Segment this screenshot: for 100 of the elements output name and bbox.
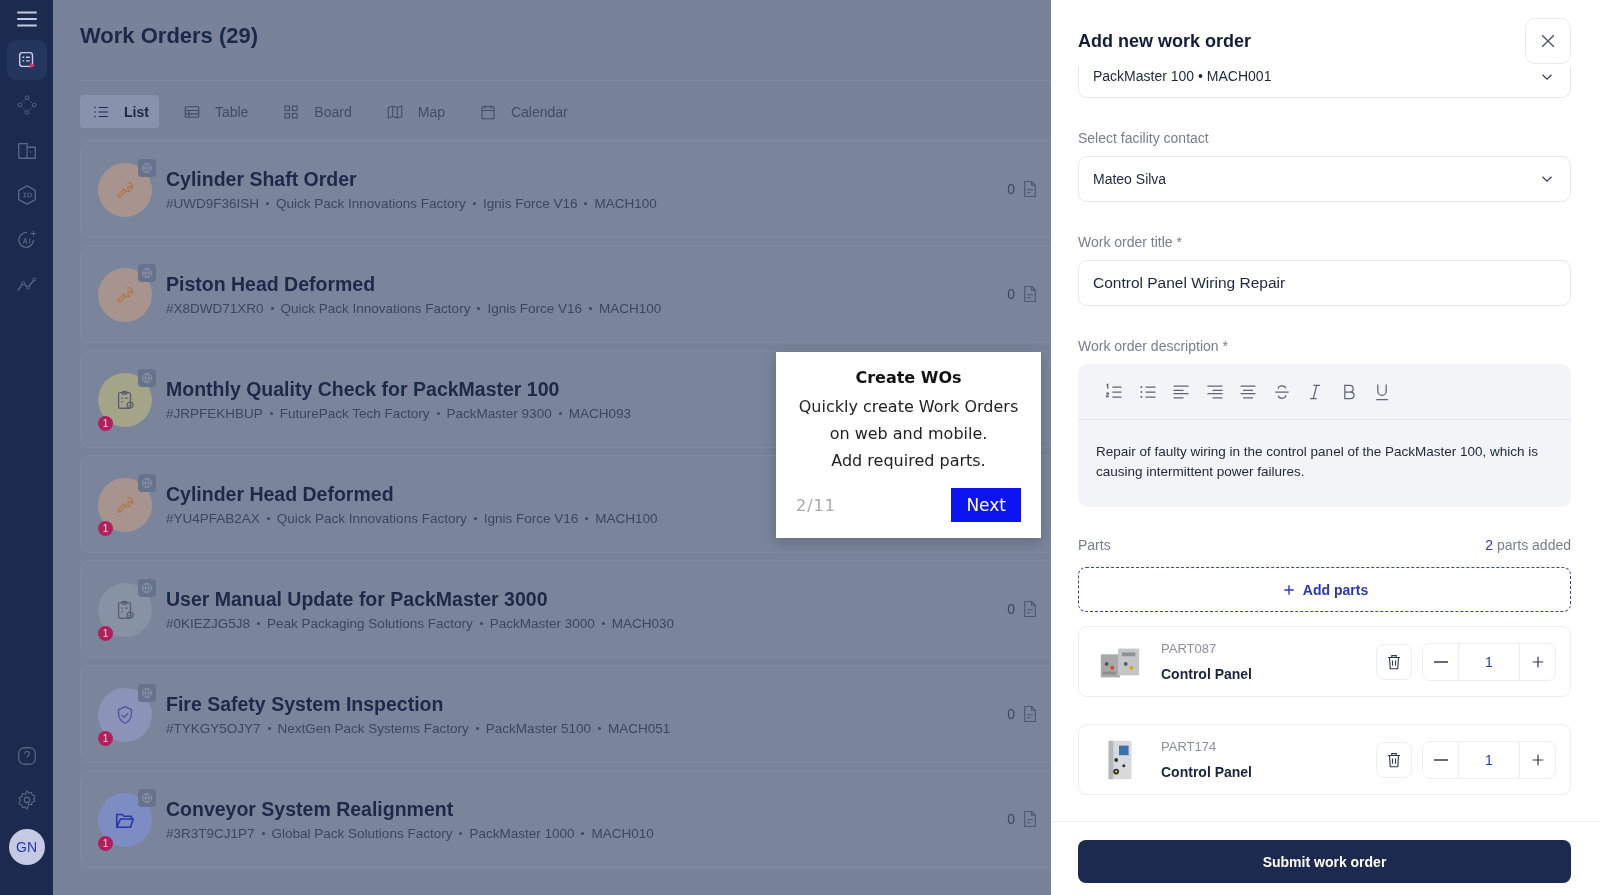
machine-code: MACH100 [594,195,657,211]
part-code: PART087 [1161,641,1218,656]
count-badge: 1 [98,731,113,746]
order-id: #3R3T9CJ1P7 [166,825,255,841]
description-text: Repair of faulty wiring in the control panel of the PackMaster 100, which is causing intermittent power failures. [1095,443,1539,481]
field-label: Select facility contact [1078,130,1210,146]
order-id: #UWD9F36ISH [166,195,260,211]
machine-name: Ignis Force V16 [482,195,578,211]
work-order-title: Conveyor System Realignment [166,797,454,821]
wrench-icon [114,494,136,516]
ai-sparkle-icon [15,229,38,251]
page-title: Work Orders (29) [80,0,1051,81]
order-id: #X8DWD71XR0 [166,300,264,316]
avatar[interactable]: GN [8,829,45,865]
select-field[interactable]: PackMaster 100 • MACH001 [1078,66,1571,98]
view-tab[interactable]: List [80,95,159,128]
tour-title: Create WOs [854,368,963,387]
facility-name: Quick Pack Innovations Factory [276,195,466,211]
part-name: Control Panel [1161,666,1253,682]
input-field[interactable]: Control Panel Wiring Repair [1078,260,1571,306]
machine-name: Ignis Force V16 [487,300,582,316]
document-icon [1021,809,1039,829]
order-id: #YU4PFAB2AX [166,510,260,526]
count-badge: 1 [98,416,113,431]
count-badge: 1 [98,836,113,851]
order-id: #0KIEZJG5J8 [166,615,251,631]
minus-icon [1433,660,1448,663]
drawer-title: Add new work order [1078,31,1252,52]
count-badge: 1 [98,626,113,641]
globe-icon [138,369,156,387]
select-field[interactable]: Mateo Silva [1078,156,1571,202]
work-order-card[interactable]: Piston Head Deformed #X8DWD71XR0 Quick Pack Innovations Factory Ignis Force V16 MACH100 0 [80,245,1051,343]
work-order-title: Piston Head Deformed [166,272,376,296]
hexagon-3d-icon [15,184,38,206]
parts-count: 2 [1485,537,1494,553]
minus-icon [1433,758,1448,761]
attachment-count: 0 [1007,706,1015,722]
facility-name: FuturePack Tech Factory [279,405,430,421]
wrench-icon [114,179,136,201]
machine-name: PackMaster 1000 [469,825,575,841]
machine-code: MACH100 [595,510,658,526]
delete-button[interactable] [1376,741,1412,778]
work-order-card[interactable]: 1 User Manual Update for PackMaster 3000 #0KIEZJG5J8 Peak Packaging Solutions Factory PackMaster 3000 MACH030 0 [80,560,1051,658]
trash-icon [1385,652,1403,671]
map-icon [385,102,404,121]
field-label: Work order description * [1078,338,1229,354]
wrench-icon [114,284,136,306]
globe-icon [138,264,156,282]
attachment-count: 0 [1007,601,1015,617]
text-editor[interactable]: Repair of faulty wiring in the control panel of the PackMaster 100, which is causing intermittent power failures. [1078,364,1571,507]
count-badge: 1 [98,521,113,536]
calendar-icon [478,102,497,121]
machine-name: PackMaster 3000 [489,615,595,631]
document-icon [1021,599,1039,619]
nav-item[interactable] [6,40,47,80]
machine-code: MACH051 [607,720,671,736]
facility-name: Global Pack Solutions Factory [271,825,453,841]
trash-icon [1385,750,1403,769]
next-button[interactable]: Next [951,488,1021,522]
nodes-icon [15,94,38,116]
work-order-title: Fire Safety System Inspection [166,692,444,716]
work-order-card[interactable]: Cylinder Shaft Order #UWD9F36ISH Quick Pack Innovations Factory Ignis Force V16 MACH100 0 [80,140,1051,238]
globe-icon [138,684,156,702]
work-order-card[interactable]: 1 Conveyor System Realignment #3R3T9CJ1P7 Global Pack Solutions Factory PackMaster 1000 MACH010 0 [80,770,1051,868]
parts-count-label: parts added [1497,537,1571,553]
machine-code: MACH010 [591,825,654,841]
delete-button[interactable] [1376,643,1412,680]
globe-icon [138,579,156,597]
submit-button[interactable]: Submit work order [1078,840,1571,883]
step-counter: 2/11 [796,495,836,515]
machine-name: PackMaster 9300 [446,405,552,421]
globe-icon [138,474,156,492]
help-icon[interactable] [15,745,38,767]
document-icon [1021,179,1039,199]
work-order-card[interactable]: 1 Fire Safety System Inspection #TYKGY5OJY7 NextGen Pack Systems Factory PackMaster 5100 MACH051 0 [80,665,1051,763]
add-parts-button[interactable]: Add parts [1078,567,1571,612]
work-order-title: Cylinder Head Deformed [166,482,394,506]
globe-icon [138,789,156,807]
work-order-title: Cylinder Shaft Order [166,167,357,191]
attachment-count: 0 [1007,811,1015,827]
settings-icon[interactable] [15,789,38,811]
order-id: #JRPFEKHBUP [166,405,263,421]
facility-name: Quick Pack Innovations Factory [276,510,467,526]
facility-name: NextGen Pack Systems Factory [277,720,469,736]
document-icon [1021,704,1039,724]
work-order-title: User Manual Update for PackMaster 3000 [166,587,548,611]
work-order-title: Monthly Quality Check for PackMaster 100 [166,377,560,401]
field-label: Work order title * [1078,234,1183,250]
document-icon [1021,284,1039,304]
attachment-count: 0 [1007,286,1015,302]
board-icon [282,102,301,121]
attachment-count: 0 [1007,181,1015,197]
facility-name: Quick Pack Innovations Factory [280,300,471,316]
order-id: #TYKGY5OJY7 [166,720,261,736]
machine-code: MACH093 [568,405,631,421]
machine-code: MACH100 [598,300,662,316]
machine-name: PackMaster 5100 [485,720,591,736]
part-name: Control Panel [1161,764,1253,780]
globe-icon [138,159,156,177]
part-code: PART174 [1161,739,1218,754]
